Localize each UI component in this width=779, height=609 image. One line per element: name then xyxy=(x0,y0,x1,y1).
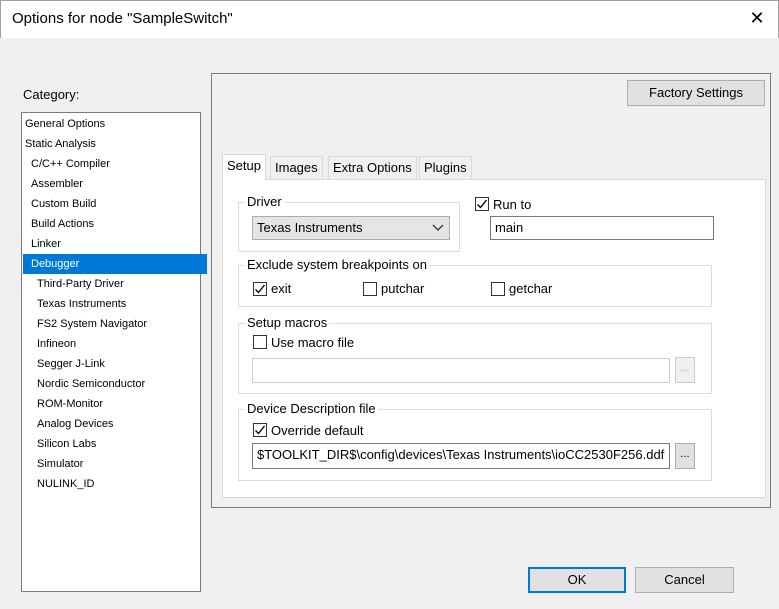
driver-dropdown-value: Texas Instruments xyxy=(257,220,363,235)
putchar-label: putchar xyxy=(381,281,425,296)
putchar-checkbox[interactable] xyxy=(363,282,377,296)
override-default-checkbox[interactable] xyxy=(253,423,267,437)
category-item-analog-devices[interactable]: Analog Devices xyxy=(23,414,213,434)
ok-button[interactable]: OK xyxy=(528,567,626,593)
run-to-label: Run to xyxy=(493,197,532,212)
exit-label: exit xyxy=(271,281,292,296)
category-item-custom-build[interactable]: Custom Build xyxy=(23,194,207,214)
device-file-input[interactable]: $TOOLKIT_DIR$\config\devices\Texas Instr… xyxy=(252,443,670,469)
cancel-button[interactable]: Cancel xyxy=(635,567,734,593)
category-item-linker[interactable]: Linker xyxy=(23,234,207,254)
category-item-fs2-system-navigator[interactable]: FS2 System Navigator xyxy=(23,314,213,334)
category-item-third-party-driver[interactable]: Third-Party Driver xyxy=(23,274,213,294)
check-icon xyxy=(255,425,266,435)
check-icon xyxy=(255,284,266,294)
device-browse-button[interactable]: ... xyxy=(675,443,695,469)
run-to-input[interactable]: main xyxy=(490,216,714,240)
category-item-simulator[interactable]: Simulator xyxy=(23,454,213,474)
device-description-group-label: Device Description file xyxy=(245,401,378,416)
exclude-breakpoints-group-label: Exclude system breakpoints on xyxy=(245,257,429,272)
category-item-rom-monitor[interactable]: ROM-Monitor xyxy=(23,394,213,414)
tab-setup[interactable]: Setup xyxy=(222,154,266,180)
override-default-label: Override default xyxy=(271,423,364,438)
run-to-checkbox[interactable] xyxy=(475,197,489,211)
category-item-assembler[interactable]: Assembler xyxy=(23,174,207,194)
category-item-debugger[interactable]: Debugger xyxy=(23,254,207,274)
category-item-segger-j-link[interactable]: Segger J-Link xyxy=(23,354,213,374)
check-icon xyxy=(477,199,488,209)
category-label: Category: xyxy=(23,87,80,102)
category-item-general-options[interactable]: General Options xyxy=(23,114,201,134)
category-item-build-actions[interactable]: Build Actions xyxy=(23,214,207,234)
macro-browse-button[interactable]: ... xyxy=(675,357,695,383)
tab-plugins[interactable]: Plugins xyxy=(419,156,472,179)
driver-dropdown[interactable]: Texas Instruments xyxy=(252,216,450,240)
tab-extra-options[interactable]: Extra Options xyxy=(328,156,417,179)
close-icon[interactable]: ✕ xyxy=(745,6,769,30)
use-macro-file-checkbox[interactable] xyxy=(253,335,267,349)
window-title: Options for node "SampleSwitch" xyxy=(12,10,233,27)
category-item-infineon[interactable]: Infineon xyxy=(23,334,213,354)
getchar-checkbox[interactable] xyxy=(491,282,505,296)
exit-checkbox[interactable] xyxy=(253,282,267,296)
use-macro-file-label: Use macro file xyxy=(271,335,355,350)
chevron-down-icon xyxy=(432,224,444,231)
macro-file-input[interactable] xyxy=(252,358,670,383)
category-item-c-cpp-compiler[interactable]: C/C++ Compiler xyxy=(23,154,207,174)
category-item-nordic-semiconductor[interactable]: Nordic Semiconductor xyxy=(23,374,213,394)
category-item-silicon-labs[interactable]: Silicon Labs xyxy=(23,434,213,454)
driver-group-label: Driver xyxy=(245,194,284,209)
category-item-nulink-id[interactable]: NULINK_ID xyxy=(23,474,213,494)
setup-macros-group-label: Setup macros xyxy=(245,315,330,330)
factory-settings-button[interactable]: Factory Settings xyxy=(627,80,765,106)
category-item-texas-instruments[interactable]: Texas Instruments xyxy=(23,294,213,314)
category-list[interactable]: General Options Static Analysis C/C++ Co… xyxy=(21,112,207,592)
getchar-label: getchar xyxy=(509,281,553,296)
category-item-static-analysis[interactable]: Static Analysis xyxy=(23,134,201,154)
tab-images[interactable]: Images xyxy=(270,156,323,179)
